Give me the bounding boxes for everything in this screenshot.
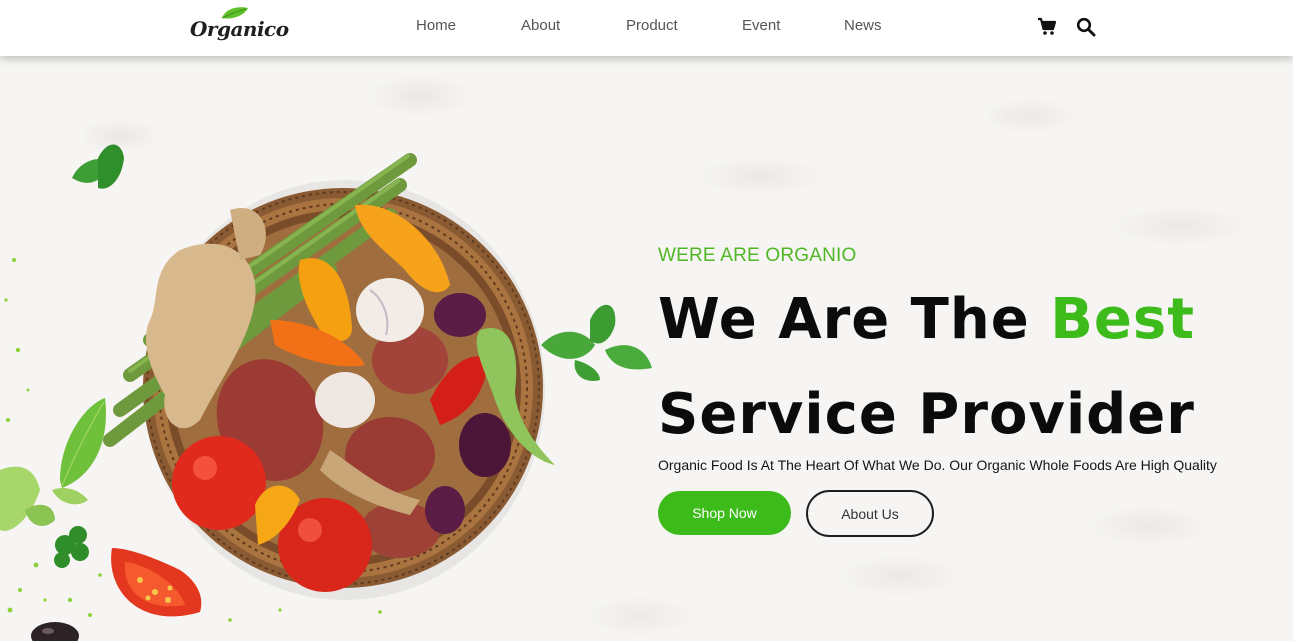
- nav-home[interactable]: Home: [416, 17, 456, 34]
- logo-text: Organico: [190, 17, 289, 41]
- hero-tagline: WERE ARE ORGANIO: [658, 245, 857, 266]
- hero-subtext: Organic Food Is At The Heart Of What We …: [658, 457, 1217, 473]
- nav-about[interactable]: About: [521, 17, 560, 34]
- about-us-button[interactable]: About Us: [806, 490, 934, 537]
- shop-now-button[interactable]: Shop Now: [658, 491, 791, 535]
- nav-news[interactable]: News: [844, 17, 882, 34]
- nav-event[interactable]: Event: [742, 17, 780, 34]
- nav-product[interactable]: Product: [626, 17, 678, 34]
- cart-icon[interactable]: [1037, 17, 1057, 37]
- mint-leaf-top-left: [72, 144, 124, 189]
- mint-leaf-right: [541, 304, 652, 381]
- search-icon[interactable]: [1076, 17, 1096, 37]
- hero-headline-line2: Service Provider: [658, 382, 1195, 447]
- hero-headline-line1: We Are The Best: [658, 292, 1195, 348]
- site-logo[interactable]: Organico: [190, 6, 289, 46]
- site-header: Organico Home About Product Event News: [0, 0, 1293, 56]
- hero-headline-accent: Best: [1050, 287, 1195, 352]
- hero-headline-text: We Are The: [658, 287, 1051, 352]
